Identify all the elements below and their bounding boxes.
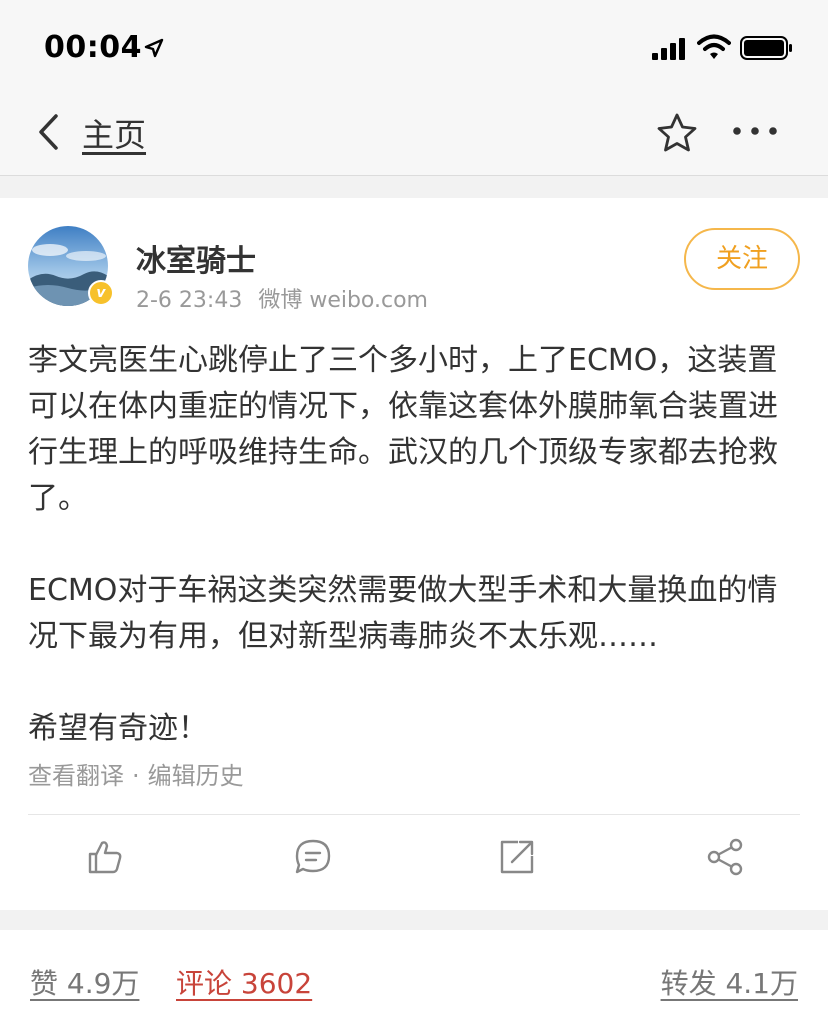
like-icon[interactable] (86, 838, 124, 876)
share-icon[interactable] (706, 838, 744, 876)
section-gap (0, 177, 828, 198)
battery-icon (740, 36, 792, 60)
post-date: 2-6 23:43 (136, 288, 243, 313)
more-icon[interactable] (732, 126, 778, 136)
author-name[interactable]: 冰室骑士 (136, 236, 256, 280)
edit-history-link[interactable]: 编辑历史 (148, 762, 244, 790)
back-chevron-icon[interactable] (36, 112, 60, 152)
post-actions-line: 查看翻译 · 编辑历史 (28, 756, 244, 791)
wifi-icon (697, 34, 731, 59)
stats-bar: 赞 4.9万 评论 3602 转发 4.1万 (0, 930, 828, 1009)
comment-icon[interactable] (294, 838, 332, 876)
reposts-tab[interactable]: 转发 4.1万 (661, 962, 798, 1002)
section-gap (0, 910, 828, 930)
separator: · (132, 762, 140, 790)
post-paragraph: 希望有奇迹！ (28, 711, 208, 746)
post-meta: 2-6 23:43 微博 weibo.com (136, 282, 428, 314)
nav-bar: 主页 (0, 92, 828, 176)
location-arrow-icon (144, 38, 164, 58)
divider (28, 814, 800, 815)
status-time: 00:04 (44, 30, 142, 65)
post-body: 李文亮医生心跳停止了三个多小时，上了ECMO，这装置可以在体内重症的情况下，依靠… (28, 338, 802, 752)
follow-button[interactable]: 关注 (684, 228, 800, 290)
post-source: 微博 weibo.com (258, 288, 428, 313)
post-card: v 冰室骑士 2-6 23:43 微博 weibo.com 关注 李文亮医生心跳停… (0, 198, 828, 910)
status-bar: 00:04 (0, 0, 828, 92)
post-paragraph: 李文亮医生心跳停止了三个多小时，上了ECMO，这装置可以在体内重症的情况下，依靠… (28, 343, 778, 516)
back-to-home-link[interactable]: 主页 (82, 110, 146, 156)
comments-tab[interactable]: 评论 3602 (176, 962, 312, 1002)
cellular-signal-icon (652, 38, 685, 60)
translate-link[interactable]: 查看翻译 (28, 762, 124, 790)
repost-icon[interactable] (498, 838, 536, 876)
post-paragraph: ECMO对于车祸这类突然需要做大型手术和大量换血的情况下最为有用，但对新型病毒肺… (28, 573, 778, 654)
likes-tab[interactable]: 赞 4.9万 (30, 962, 139, 1002)
star-icon[interactable] (656, 112, 698, 154)
verified-badge-icon: v (88, 280, 114, 306)
